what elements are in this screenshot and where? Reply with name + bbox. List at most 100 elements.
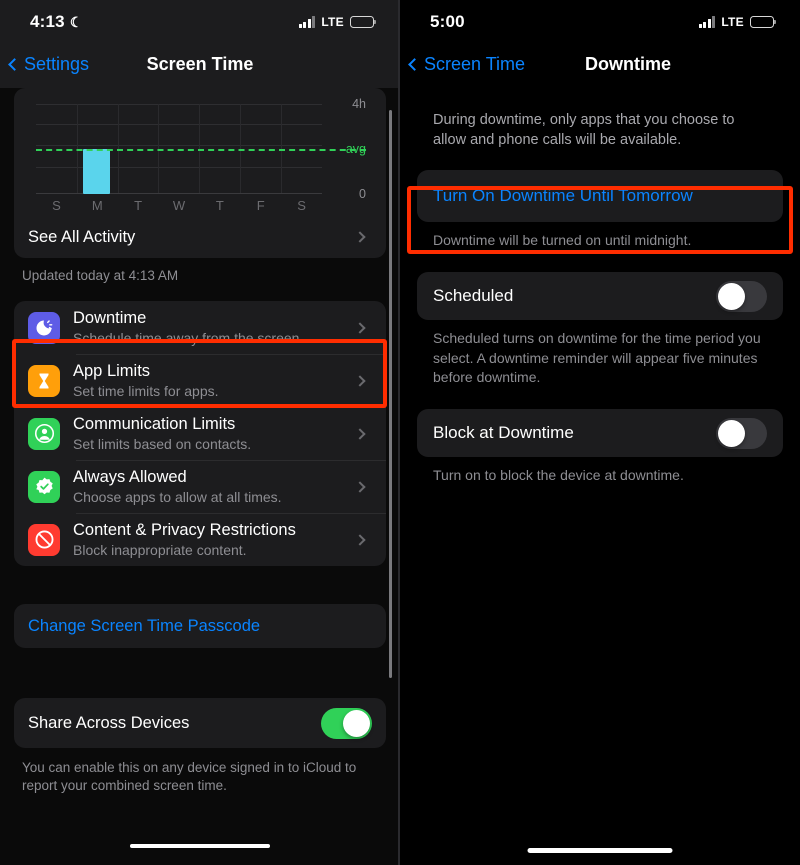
sidebar-item-always-allowed[interactable]: Always Allowed Choose apps to allow at a…: [14, 460, 386, 513]
passcode-card: Change Screen Time Passcode: [14, 604, 386, 649]
turn-on-downtime-card[interactable]: Turn On Downtime Until Tomorrow: [417, 170, 783, 222]
turn-on-downtime-button[interactable]: Turn On Downtime Until Tomorrow: [433, 186, 693, 206]
back-button-settings[interactable]: Settings: [8, 54, 89, 75]
toggle-knob: [718, 419, 745, 447]
status-time-left: 4:13 ☾: [30, 12, 83, 32]
app-limits-title: App Limits: [73, 362, 151, 381]
sidebar-item-downtime[interactable]: Downtime Schedule time away from the scr…: [14, 301, 386, 354]
share-note: You can enable this on any device signed…: [22, 760, 357, 794]
chart-xtick: M: [91, 198, 103, 213]
sidebar-item-content-privacy[interactable]: Content & Privacy Restrictions Block ina…: [14, 513, 386, 566]
check-badge-icon: [28, 470, 60, 503]
chart-ytick-min: 0: [359, 187, 366, 201]
see-all-activity-label: See All Activity: [28, 227, 136, 246]
screen-time-options-card: Downtime Schedule time away from the scr…: [14, 301, 386, 567]
communication-limits-subtitle: Set limits based on contacts.: [73, 436, 252, 453]
chevron-right-icon: [354, 322, 366, 334]
block-at-downtime-note: Turn on to block the device at downtime.: [433, 467, 684, 484]
person-circle-icon: [28, 417, 60, 450]
always-allowed-subtitle: Choose apps to allow at all times.: [73, 489, 282, 506]
nav-bar-left: Settings Screen Time: [0, 40, 400, 88]
chart-bar-monday: [83, 149, 111, 194]
chevron-left-icon: [408, 57, 421, 71]
chart-xtick: T: [215, 198, 224, 213]
see-all-activity-row[interactable]: See All Activity: [14, 216, 386, 258]
downtime-texts: Downtime Schedule time away from the scr…: [73, 309, 356, 346]
home-indicator-right: [527, 848, 673, 853]
chart-average-label: avg: [345, 142, 366, 156]
chart-x-axis-labels: S M T W T F S: [36, 196, 322, 216]
share-across-devices-toggle[interactable]: [321, 707, 372, 739]
chart-xtick: T: [134, 198, 143, 213]
toggle-knob: [718, 282, 745, 310]
chart-ytick-max: 4h: [352, 97, 366, 111]
status-time-text: 4:13: [30, 12, 65, 31]
screen-time-scroll-area[interactable]: avg 4h 0 S M T W T F S See All Activity …: [0, 88, 400, 865]
signal-bars-icon: [298, 16, 316, 28]
downtime-title: Downtime: [73, 309, 147, 328]
always-allowed-title: Always Allowed: [73, 468, 187, 487]
activity-card: avg 4h 0 S M T W T F S See All Activity: [14, 88, 386, 258]
page-title-right: Downtime: [585, 53, 672, 74]
carrier-label: LTE: [721, 15, 744, 29]
share-across-devices-card: Share Across Devices: [14, 698, 386, 749]
chart-xtick: F: [256, 198, 265, 213]
back-button-label: Screen Time: [424, 53, 526, 74]
block-at-downtime-row[interactable]: Block at Downtime: [417, 409, 783, 458]
block-at-downtime-label: Block at Downtime: [433, 423, 574, 443]
hourglass-icon: [28, 364, 60, 397]
back-button-screen-time[interactable]: Screen Time: [408, 53, 526, 75]
change-passcode-label: Change Screen Time Passcode: [28, 616, 261, 635]
carrier-label: LTE: [321, 15, 344, 29]
vertical-scrollbar[interactable]: [389, 110, 392, 678]
status-indicators-left: LTE: [298, 15, 377, 29]
content-privacy-title: Content & Privacy Restrictions: [73, 521, 296, 540]
share-label: Share Across Devices: [28, 713, 190, 732]
gridline: [36, 124, 322, 126]
chart-xtick: W: [172, 198, 186, 213]
chevron-right-icon: [354, 428, 366, 440]
moon-icon: ☾: [69, 14, 83, 30]
gridline: [36, 104, 322, 105]
content-privacy-subtitle: Block inappropriate content.: [73, 542, 247, 559]
downtime-description: During downtime, only apps that you choo…: [433, 112, 735, 148]
downtime-subtitle: Schedule time away from the screen.: [73, 330, 304, 347]
scheduled-row[interactable]: Scheduled: [417, 272, 783, 321]
change-passcode-row[interactable]: Change Screen Time Passcode: [14, 604, 386, 648]
chart-xtick: S: [297, 198, 306, 213]
communication-limits-title: Communication Limits: [73, 415, 236, 434]
gridline: [36, 167, 322, 168]
sidebar-item-communication-limits[interactable]: Communication Limits Set limits based on…: [14, 407, 386, 460]
scheduled-label: Scheduled: [433, 286, 514, 306]
see-all-activity-texts: See All Activity: [28, 228, 356, 247]
toggle-knob: [343, 709, 370, 737]
chevron-right-icon: [354, 481, 366, 493]
scheduled-note: Scheduled turns on downtime for the time…: [433, 330, 761, 385]
chart-plot-area: avg 4h 0: [36, 97, 366, 201]
change-passcode-texts: Change Screen Time Passcode: [28, 617, 372, 636]
weekly-usage-chart: avg 4h 0 S M T W T F S: [36, 97, 366, 216]
share-texts: Share Across Devices: [28, 714, 321, 733]
chevron-right-icon: [354, 534, 366, 546]
chevron-right-icon: [354, 231, 366, 243]
status-bar-right: 5:00 LTE: [400, 0, 800, 40]
content-privacy-texts: Content & Privacy Restrictions Block ina…: [73, 521, 356, 558]
nav-bar-right: Screen Time Downtime: [400, 40, 800, 88]
always-allowed-texts: Always Allowed Choose apps to allow at a…: [73, 468, 356, 505]
signal-bars-icon: [698, 16, 716, 28]
battery-icon: [350, 16, 377, 28]
left-phone-screen: 4:13 ☾ LTE Settings Screen Time avg 4h 0…: [0, 0, 400, 865]
downtime-icon: [28, 311, 60, 344]
status-time-right: 5:00: [430, 12, 465, 32]
block-at-downtime-toggle[interactable]: [716, 417, 767, 449]
scheduled-toggle[interactable]: [716, 280, 767, 312]
battery-icon: [750, 16, 777, 28]
chart-baseline: [36, 193, 322, 194]
status-bar-left: 4:13 ☾ LTE: [0, 0, 400, 40]
chart-xtick: S: [52, 198, 61, 213]
updated-note: Updated today at 4:13 AM: [22, 268, 179, 283]
sidebar-item-app-limits[interactable]: App Limits Set time limits for apps.: [14, 354, 386, 407]
share-across-devices-row[interactable]: Share Across Devices: [14, 698, 386, 748]
gridline: [36, 144, 322, 146]
app-limits-texts: App Limits Set time limits for apps.: [73, 362, 356, 399]
